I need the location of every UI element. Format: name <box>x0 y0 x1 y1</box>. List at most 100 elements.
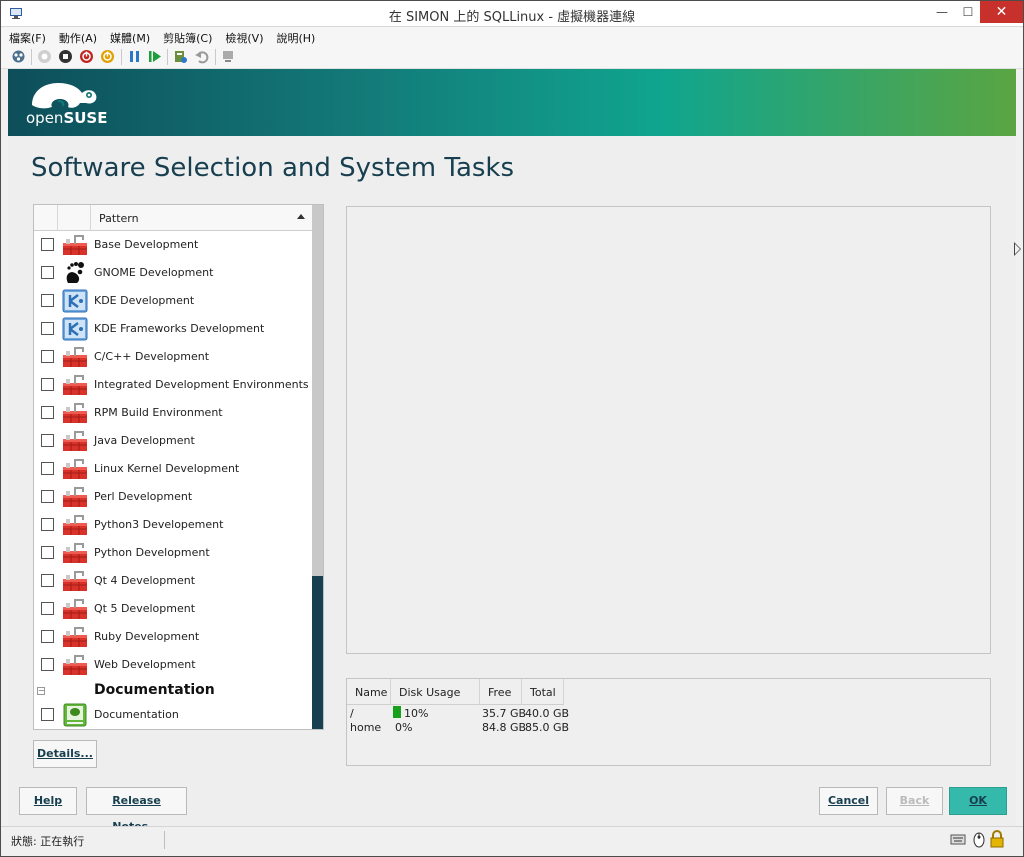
kde-icon <box>62 289 88 313</box>
pattern-checkbox[interactable] <box>41 630 54 643</box>
turn-off-icon[interactable] <box>58 49 73 64</box>
devel-icon <box>62 541 88 565</box>
power-icon[interactable] <box>100 49 115 64</box>
pattern-checkbox[interactable] <box>41 546 54 559</box>
disk-row-free: 35.7 GB <box>482 707 527 720</box>
help-button[interactable]: Help <box>19 787 77 815</box>
disk-row-usage: 10% <box>404 707 429 720</box>
release-notes-button[interactable]: Release Notes... <box>86 787 187 833</box>
revert-icon[interactable] <box>194 49 209 64</box>
pattern-checkbox[interactable] <box>41 490 54 503</box>
pattern-checkbox[interactable] <box>41 658 54 671</box>
pattern-checkbox[interactable] <box>41 350 54 363</box>
disk-header-usage[interactable]: Disk Usage <box>391 679 480 705</box>
scrollbar-thumb[interactable] <box>312 576 323 729</box>
maximize-button[interactable]: ☐ <box>953 1 983 23</box>
disk-row-total: 85.0 GB <box>525 721 570 734</box>
pattern-group-documentation: − Documentation <box>34 681 312 701</box>
pattern-checkbox[interactable] <box>41 574 54 587</box>
pattern-row[interactable]: GNOME Development <box>34 259 312 287</box>
enhanced-session-icon[interactable] <box>221 49 236 64</box>
pattern-row[interactable]: Java Development <box>34 427 312 455</box>
devel-icon <box>62 345 88 369</box>
pattern-checkbox[interactable] <box>41 238 54 251</box>
pattern-checkbox[interactable] <box>41 434 54 447</box>
gnome-icon <box>62 261 88 285</box>
devel-icon <box>62 569 88 593</box>
pattern-checkbox[interactable] <box>41 378 54 391</box>
disk-header-name[interactable]: Name <box>347 679 391 705</box>
back-button[interactable]: Back <box>886 787 943 815</box>
cancel-button[interactable]: Cancel <box>819 787 878 815</box>
pattern-checkbox[interactable] <box>41 406 54 419</box>
menu-action[interactable]: 動作(A) <box>51 27 102 46</box>
details-button[interactable]: Details... <box>33 740 97 768</box>
mouse-icon <box>973 832 985 848</box>
ctrl-alt-del-icon[interactable] <box>11 49 26 64</box>
pattern-list[interactable]: Pattern Base Development GNOME Developmen… <box>33 204 324 730</box>
page-title: Software Selection and System Tasks <box>31 153 515 183</box>
pattern-checkbox[interactable] <box>41 266 54 279</box>
pattern-label: GNOME Development <box>94 266 214 279</box>
pattern-row[interactable]: Integrated Development Environments <box>34 371 312 399</box>
pattern-checkbox[interactable] <box>41 602 54 615</box>
logo-open: open <box>26 109 64 127</box>
pattern-row[interactable]: Qt 4 Development <box>34 567 312 595</box>
pattern-column-header[interactable]: Pattern <box>99 212 139 225</box>
pause-icon[interactable] <box>127 49 142 64</box>
checkpoint-icon[interactable] <box>173 49 188 64</box>
pattern-row[interactable]: Ruby Development <box>34 623 312 651</box>
ok-button[interactable]: OK <box>949 787 1007 815</box>
disk-usage-bar <box>393 706 401 718</box>
disk-header-total[interactable]: Total <box>522 679 564 705</box>
menu-view[interactable]: 檢視(V) <box>217 27 268 46</box>
disk-row-total: 40.0 GB <box>525 707 570 720</box>
pattern-row[interactable]: Perl Development <box>34 483 312 511</box>
title-bar[interactable]: 在 SIMON 上的 SQLLinux - 虛擬機器連線 — ☐ ✕ <box>1 1 1023 27</box>
pattern-row[interactable]: RPM Build Environment <box>34 399 312 427</box>
pattern-checkbox[interactable] <box>41 462 54 475</box>
sort-ascending-icon[interactable] <box>297 214 305 219</box>
header-checkbox-column[interactable] <box>34 205 58 231</box>
menu-file[interactable]: 檔案(F) <box>1 27 51 46</box>
pattern-row[interactable]: Documentation <box>34 701 312 729</box>
pattern-row[interactable]: Qt 5 Development <box>34 595 312 623</box>
pattern-checkbox[interactable] <box>41 294 54 307</box>
pattern-list-scrollbar[interactable] <box>312 205 323 729</box>
close-button[interactable]: ✕ <box>980 1 1023 23</box>
status-text: 狀態: 正在執行 <box>11 835 85 848</box>
devel-icon <box>62 457 88 481</box>
pattern-checkbox[interactable] <box>41 322 54 335</box>
shut-down-icon[interactable] <box>79 49 94 64</box>
pattern-row[interactable]: C/C++ Development <box>34 343 312 371</box>
documentation-icon <box>62 703 88 727</box>
pattern-row[interactable]: Python3 Developement <box>34 511 312 539</box>
devel-icon <box>62 597 88 621</box>
pattern-label: Java Development <box>94 434 195 447</box>
pattern-label: KDE Frameworks Development <box>94 322 265 335</box>
collapse-toggle-icon[interactable]: − <box>37 687 45 695</box>
pattern-row[interactable]: Web Development <box>34 651 312 679</box>
pattern-row[interactable]: Linux Kernel Development <box>34 455 312 483</box>
header-icon-column[interactable] <box>58 205 91 231</box>
menu-help[interactable]: 說明(H) <box>268 27 320 46</box>
pattern-label: Integrated Development Environments <box>94 378 309 391</box>
keyboard-icon <box>950 834 966 845</box>
installer-content: Software Selection and System Tasks Patt… <box>8 136 1021 833</box>
menu-bar: 檔案(F) 動作(A) 媒體(M) 剪貼簿(C) 檢視(V) 說明(H) <box>1 27 1023 45</box>
side-panel-caret-icon[interactable] <box>1014 242 1021 256</box>
pattern-row[interactable]: Base Development <box>34 231 312 259</box>
disk-header-free[interactable]: Free <box>480 679 522 705</box>
pattern-row[interactable]: KDE Frameworks Development <box>34 315 312 343</box>
devel-icon <box>62 373 88 397</box>
resume-icon[interactable] <box>147 49 162 64</box>
pattern-row[interactable]: Python Development <box>34 539 312 567</box>
pattern-row[interactable]: KDE Development <box>34 287 312 315</box>
menu-media[interactable]: 媒體(M) <box>102 27 155 46</box>
disk-row-name: / <box>350 707 354 720</box>
start-icon[interactable] <box>37 49 52 64</box>
vm-connection-window: 在 SIMON 上的 SQLLinux - 虛擬機器連線 — ☐ ✕ 檔案(F)… <box>0 0 1024 857</box>
menu-clipboard[interactable]: 剪貼簿(C) <box>155 27 217 46</box>
pattern-checkbox[interactable] <box>41 708 54 721</box>
pattern-checkbox[interactable] <box>41 518 54 531</box>
